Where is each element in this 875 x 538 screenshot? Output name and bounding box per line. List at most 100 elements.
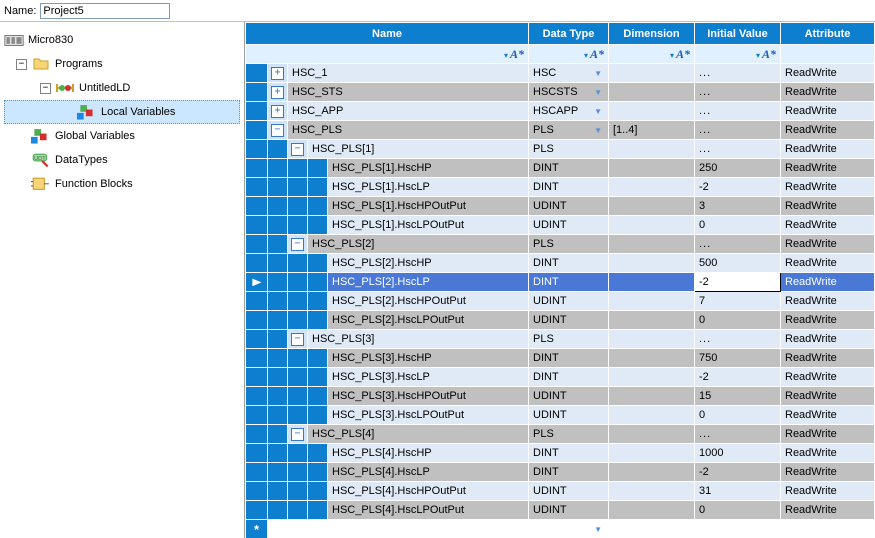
cell-type[interactable]: DINT bbox=[529, 273, 609, 292]
cell-type[interactable]: DINT bbox=[529, 463, 609, 482]
row-gutter[interactable] bbox=[246, 178, 268, 197]
cell-type[interactable]: DINT bbox=[529, 444, 609, 463]
cell-initial-value[interactable]: 3 bbox=[695, 197, 781, 216]
cell-name[interactable]: HSC_PLS[3].HscHPOutPut bbox=[328, 387, 529, 406]
cell-dimension[interactable] bbox=[609, 444, 695, 463]
cell-type[interactable]: UDINT bbox=[529, 292, 609, 311]
header-name[interactable]: Name bbox=[246, 23, 529, 45]
cell-name[interactable]: HSC_PLS[3].HscHP bbox=[328, 349, 529, 368]
cell-attribute[interactable]: ReadWrite bbox=[781, 444, 875, 463]
cell-initial-value[interactable]: 250 bbox=[695, 159, 781, 178]
table-row[interactable]: HSC_PLS[3].HscHPOutPutUDINT15ReadWrite bbox=[246, 387, 875, 406]
filter-attr[interactable] bbox=[781, 45, 875, 64]
cell-attribute[interactable]: ReadWrite bbox=[781, 349, 875, 368]
cell-type[interactable]: DINT bbox=[529, 349, 609, 368]
table-row[interactable]: −HSC_PLS[3]PLS...ReadWrite bbox=[246, 330, 875, 349]
cell-type[interactable]: UDINT bbox=[529, 387, 609, 406]
cell-initial-value[interactable]: ... bbox=[695, 121, 781, 140]
cell-dimension[interactable] bbox=[609, 311, 695, 330]
row-gutter[interactable] bbox=[246, 64, 268, 83]
grid-filter-row[interactable]: ▾A* ▾A* ▾A* ▾A* bbox=[246, 45, 875, 64]
table-row[interactable]: HSC_PLS[3].HscLPOutPutUDINT0ReadWrite bbox=[246, 406, 875, 425]
cell-dimension[interactable] bbox=[609, 425, 695, 444]
cell-name[interactable]: HSC_APP bbox=[288, 102, 529, 121]
row-gutter[interactable] bbox=[246, 406, 268, 425]
row-gutter[interactable]: ▶ bbox=[246, 273, 268, 292]
header-init[interactable]: Initial Value bbox=[695, 23, 781, 45]
cell-type[interactable]: DINT bbox=[529, 178, 609, 197]
cell-attribute[interactable]: ReadWrite bbox=[781, 197, 875, 216]
cell-type[interactable]: UDINT bbox=[529, 216, 609, 235]
row-gutter[interactable] bbox=[246, 387, 268, 406]
row-gutter[interactable] bbox=[246, 444, 268, 463]
expand-toggle[interactable]: − bbox=[16, 59, 27, 70]
cell-dimension[interactable] bbox=[609, 235, 695, 254]
table-row[interactable]: HSC_PLS[2].HscHPOutPutUDINT7ReadWrite bbox=[246, 292, 875, 311]
filter-type[interactable]: ▾A* bbox=[529, 45, 609, 64]
cell-dimension[interactable] bbox=[609, 197, 695, 216]
cell-name[interactable]: HSC_PLS[2].HscLP bbox=[328, 273, 529, 292]
table-row[interactable]: HSC_PLS[2].HscHPDINT500ReadWrite bbox=[246, 254, 875, 273]
cell-attribute[interactable]: ReadWrite bbox=[781, 216, 875, 235]
new-row-star[interactable]: * bbox=[246, 520, 268, 538]
table-row[interactable]: +HSC_STSHSCSTS▼...ReadWrite bbox=[246, 83, 875, 102]
cell-initial-value[interactable]: ... bbox=[695, 330, 781, 349]
expand-toggle[interactable]: + bbox=[268, 83, 288, 102]
table-row[interactable]: HSC_PLS[1].HscLPOutPutUDINT0ReadWrite bbox=[246, 216, 875, 235]
cell-attribute[interactable]: ReadWrite bbox=[781, 311, 875, 330]
cell-name[interactable]: HSC_PLS[3].HscLPOutPut bbox=[328, 406, 529, 425]
cell-attribute[interactable]: ReadWrite bbox=[781, 387, 875, 406]
cell-dimension[interactable] bbox=[609, 64, 695, 83]
cell-name[interactable]: HSC_PLS[2] bbox=[308, 235, 529, 254]
cell-type[interactable]: UDINT bbox=[529, 197, 609, 216]
cell-initial-value[interactable]: -2 bbox=[695, 273, 781, 292]
cell-dimension[interactable] bbox=[609, 292, 695, 311]
cell-initial-value[interactable]: 0 bbox=[695, 501, 781, 520]
table-row[interactable]: HSC_PLS[4].HscHPDINT1000ReadWrite bbox=[246, 444, 875, 463]
cell-type[interactable]: UDINT bbox=[529, 482, 609, 501]
table-row[interactable]: HSC_PLS[1].HscHPOutPutUDINT3ReadWrite bbox=[246, 197, 875, 216]
cell-name[interactable]: HSC_PLS[4].HscHP bbox=[328, 444, 529, 463]
table-row[interactable]: −HSC_PLS[1]PLS...ReadWrite bbox=[246, 140, 875, 159]
cell-attribute[interactable]: ReadWrite bbox=[781, 178, 875, 197]
row-gutter[interactable] bbox=[246, 349, 268, 368]
tree-global-variables[interactable]: Global Variables bbox=[4, 124, 240, 148]
new-row-dim[interactable] bbox=[609, 520, 695, 538]
table-row[interactable]: +HSC_1HSC▼...ReadWrite bbox=[246, 64, 875, 83]
table-row[interactable]: HSC_PLS[4].HscLPDINT-2ReadWrite bbox=[246, 463, 875, 482]
cell-dimension[interactable] bbox=[609, 254, 695, 273]
cell-attribute[interactable]: ReadWrite bbox=[781, 64, 875, 83]
cell-type[interactable]: HSC▼ bbox=[529, 64, 609, 83]
cell-name[interactable]: HSC_PLS[4].HscHPOutPut bbox=[328, 482, 529, 501]
table-row[interactable]: −HSC_PLS[2]PLS...ReadWrite bbox=[246, 235, 875, 254]
dropdown-icon[interactable]: ▼ bbox=[594, 69, 604, 78]
cell-attribute[interactable]: ReadWrite bbox=[781, 235, 875, 254]
header-dim[interactable]: Dimension bbox=[609, 23, 695, 45]
cell-dimension[interactable] bbox=[609, 178, 695, 197]
row-gutter[interactable] bbox=[246, 83, 268, 102]
row-gutter[interactable] bbox=[246, 197, 268, 216]
cell-name[interactable]: HSC_PLS[2].HscLPOutPut bbox=[328, 311, 529, 330]
cell-dimension[interactable] bbox=[609, 501, 695, 520]
cell-dimension[interactable] bbox=[609, 273, 695, 292]
cell-attribute[interactable]: ReadWrite bbox=[781, 102, 875, 121]
cell-attribute[interactable]: ReadWrite bbox=[781, 368, 875, 387]
row-gutter[interactable] bbox=[246, 482, 268, 501]
dropdown-icon[interactable]: ▼ bbox=[594, 525, 604, 534]
cell-initial-value[interactable]: ... bbox=[695, 140, 781, 159]
cell-attribute[interactable]: ReadWrite bbox=[781, 330, 875, 349]
variable-grid-panel[interactable]: Name Data Type Dimension Initial Value A… bbox=[245, 22, 875, 538]
row-gutter[interactable] bbox=[246, 140, 268, 159]
cell-initial-value[interactable]: 7 bbox=[695, 292, 781, 311]
expand-toggle[interactable]: + bbox=[268, 64, 288, 83]
table-row[interactable]: HSC_PLS[3].HscLPDINT-2ReadWrite bbox=[246, 368, 875, 387]
expand-toggle[interactable]: + bbox=[268, 102, 288, 121]
cell-initial-value[interactable]: 0 bbox=[695, 216, 781, 235]
row-gutter[interactable] bbox=[246, 311, 268, 330]
row-gutter[interactable] bbox=[246, 159, 268, 178]
tree-controller[interactable]: Micro830 bbox=[4, 28, 240, 52]
variable-grid[interactable]: Name Data Type Dimension Initial Value A… bbox=[245, 22, 875, 538]
cell-dimension[interactable] bbox=[609, 349, 695, 368]
row-gutter[interactable] bbox=[246, 425, 268, 444]
cell-initial-value[interactable]: 31 bbox=[695, 482, 781, 501]
